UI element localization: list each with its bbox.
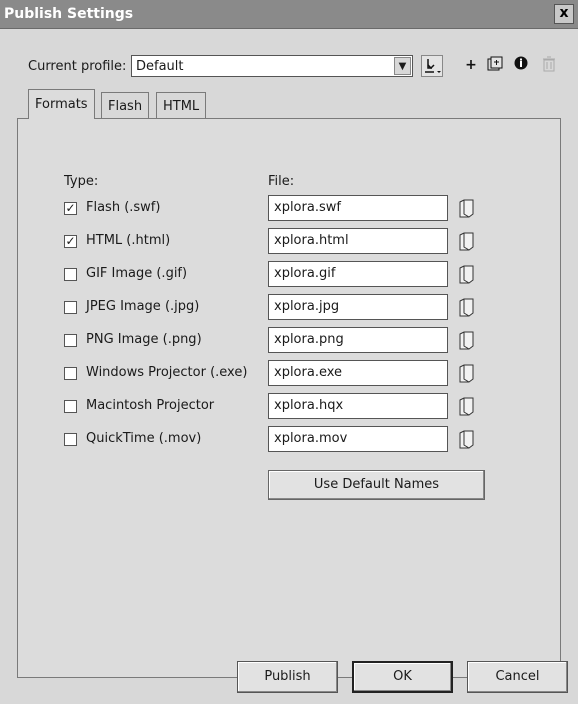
format-label: GIF Image (.gif) <box>86 266 188 281</box>
publish-button[interactable]: Publish <box>237 661 338 693</box>
profile-dropdown[interactable]: Default ▼ <box>131 55 413 77</box>
format-png-file-input[interactable]: xplora.png <box>268 327 448 353</box>
folder-icon[interactable] <box>457 362 477 384</box>
close-button[interactable]: x <box>554 4 574 24</box>
format-jpeg-file-input[interactable]: xplora.jpg <box>268 294 448 320</box>
checkbox[interactable] <box>64 301 77 314</box>
format-label: PNG Image (.png) <box>86 332 202 347</box>
folder-icon[interactable] <box>457 263 477 285</box>
format-label: Macintosh Projector <box>86 398 215 413</box>
folder-icon[interactable] <box>457 230 477 252</box>
format-quicktime-file-input[interactable]: xplora.mov <box>268 426 448 452</box>
format-label: Windows Projector (.exe) <box>86 365 248 380</box>
ok-button[interactable]: OK <box>352 661 453 693</box>
use-default-names-button[interactable]: Use Default Names <box>268 470 485 500</box>
format-label: HTML (.html) <box>86 233 171 248</box>
checkbox[interactable] <box>64 367 77 380</box>
chevron-down-icon[interactable]: ▼ <box>394 57 411 75</box>
checkbox[interactable] <box>64 334 77 347</box>
tab-html[interactable]: HTML <box>156 92 207 118</box>
checkbox[interactable]: ✓ <box>64 202 77 215</box>
tab-flash[interactable]: Flash <box>101 92 150 118</box>
import-export-icon[interactable] <box>421 55 443 77</box>
folder-icon[interactable] <box>457 428 477 450</box>
format-label: Flash (.swf) <box>86 200 161 215</box>
format-label: QuickTime (.mov) <box>86 431 202 446</box>
format-gif-file-input[interactable]: xplora.gif <box>268 261 448 287</box>
tab-formats[interactable]: Formats <box>28 89 95 119</box>
cancel-button[interactable]: Cancel <box>467 661 568 693</box>
file-column-header: File: <box>268 174 295 189</box>
folder-icon[interactable] <box>457 296 477 318</box>
folder-icon[interactable] <box>457 197 477 219</box>
window-title: Publish Settings <box>4 6 134 22</box>
format-windows-projector-file-input[interactable]: xplora.exe <box>268 360 448 386</box>
duplicate-profile-icon[interactable] <box>484 55 506 77</box>
delete-profile-icon[interactable] <box>538 55 560 77</box>
checkbox[interactable] <box>64 400 77 413</box>
current-profile-label: Current profile: <box>28 59 127 74</box>
folder-icon[interactable] <box>457 329 477 351</box>
checkbox[interactable] <box>64 268 77 281</box>
checkbox[interactable]: ✓ <box>64 235 77 248</box>
format-html-file-input[interactable]: xplora.html <box>268 228 448 254</box>
profile-dropdown-value: Default <box>136 59 184 74</box>
checkbox[interactable] <box>64 433 77 446</box>
add-profile-icon[interactable]: + <box>460 55 482 77</box>
profile-info-icon[interactable] <box>510 55 532 77</box>
type-column-header: Type: <box>64 174 99 189</box>
format-mac-projector-file-input[interactable]: xplora.hqx <box>268 393 448 419</box>
format-flash-file-input[interactable]: xplora.swf <box>268 195 448 221</box>
format-label: JPEG Image (.jpg) <box>86 299 200 314</box>
title-bar: Publish Settings x <box>0 0 578 29</box>
folder-icon[interactable] <box>457 395 477 417</box>
